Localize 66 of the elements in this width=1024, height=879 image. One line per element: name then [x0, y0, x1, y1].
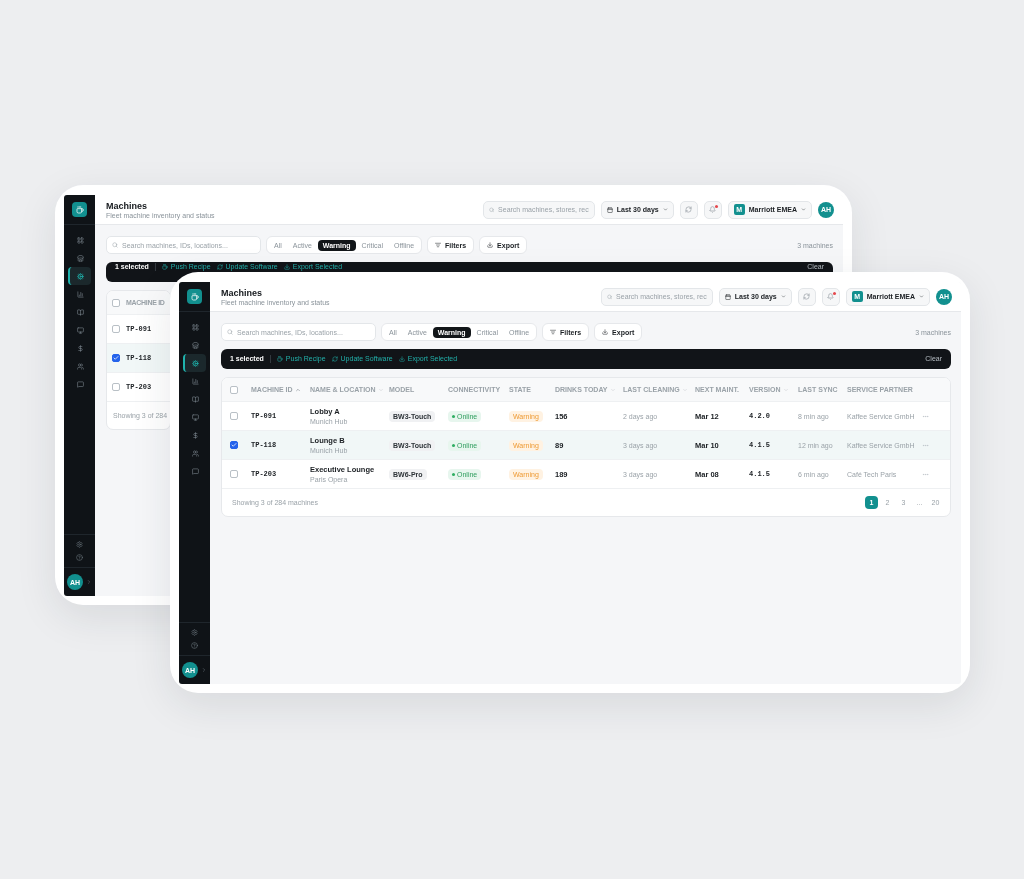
refresh-icon [216, 264, 223, 270]
download-icon [283, 264, 290, 270]
download-icon [487, 242, 494, 248]
download-icon [398, 356, 405, 362]
page-title: Machines [221, 287, 263, 298]
bell-icon [709, 206, 717, 213]
chevron-down-icon [919, 294, 924, 299]
cup-icon [161, 264, 168, 270]
page-title: Machines [106, 200, 148, 211]
refresh-icon [331, 356, 338, 362]
settings-icon[interactable] [76, 541, 83, 548]
dollar-icon [192, 431, 199, 439]
book-icon [77, 308, 84, 316]
monitor-icon [192, 413, 199, 421]
dollar-icon [77, 344, 84, 352]
chevron-down-icon [662, 207, 668, 212]
cog-icon [192, 359, 199, 367]
grid-icon [192, 323, 199, 331]
users-icon [77, 362, 84, 370]
settings-icon[interactable] [191, 629, 198, 636]
row-checkbox[interactable] [112, 383, 120, 391]
notifications-button[interactable] [821, 287, 840, 306]
select-all-checkbox[interactable] [112, 298, 120, 307]
refresh-button[interactable] [679, 200, 698, 219]
bar-chart-icon [77, 290, 84, 298]
help-icon[interactable] [191, 642, 198, 649]
search-icon [227, 329, 233, 335]
select-all-checkbox[interactable] [230, 385, 238, 394]
cog-icon [77, 272, 84, 280]
chevron-down-icon [780, 294, 786, 299]
row-checkbox[interactable] [230, 441, 238, 449]
row-checkbox[interactable] [112, 325, 120, 333]
row-checkbox[interactable] [112, 354, 120, 362]
chevron-down-icon [801, 207, 806, 212]
search-icon [112, 242, 118, 248]
bar-chart-icon [192, 377, 199, 385]
calendar-icon [724, 293, 731, 300]
monitor-icon [77, 326, 84, 334]
row-checkbox[interactable] [230, 470, 238, 478]
logo-icon [72, 202, 87, 217]
chevron-right-icon[interactable] [86, 579, 92, 585]
search-icon [606, 293, 613, 300]
refresh-icon [685, 206, 693, 213]
notifications-button[interactable] [703, 200, 722, 219]
chat-icon [192, 467, 199, 475]
filter-icon [435, 242, 442, 248]
book-icon [192, 395, 199, 403]
nav-item[interactable] [68, 267, 91, 285]
chat-icon [77, 380, 84, 388]
users-icon [192, 449, 199, 457]
calendar-icon [606, 206, 613, 213]
help-icon[interactable] [76, 554, 83, 561]
filter-icon [550, 329, 557, 335]
refresh-icon [803, 293, 811, 300]
bell-icon [827, 293, 835, 300]
row-checkbox[interactable] [230, 412, 238, 420]
search-icon [488, 206, 495, 213]
refresh-button[interactable] [797, 287, 816, 306]
store-icon [192, 341, 199, 349]
download-icon [602, 329, 609, 335]
cup-icon [276, 356, 283, 362]
nav-item[interactable] [183, 354, 206, 372]
chevron-right-icon[interactable] [201, 667, 207, 673]
grid-icon [77, 236, 84, 244]
store-icon [77, 254, 84, 262]
logo-icon [187, 289, 202, 304]
